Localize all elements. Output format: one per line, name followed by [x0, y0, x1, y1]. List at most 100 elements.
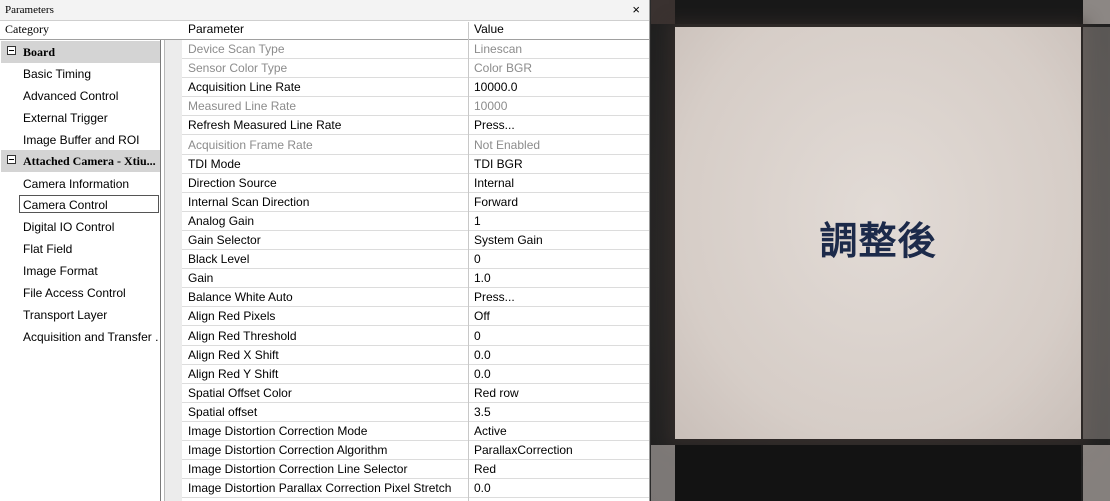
parameter-value[interactable]: 0.0: [474, 348, 491, 362]
parameter-value[interactable]: 3.5: [474, 405, 491, 419]
parameter-value[interactable]: 10000.0: [474, 80, 517, 94]
parameter-value[interactable]: 0.0: [474, 481, 491, 495]
parameter-name: TDI Mode: [188, 156, 241, 171]
parameter-value: Linescan: [474, 42, 523, 56]
tree-item-digital-io[interactable]: Digital IO Control: [23, 220, 159, 234]
parameter-value[interactable]: 0: [474, 252, 481, 266]
parameter-row[interactable]: Refresh Measured Line Rate Press...: [182, 116, 649, 136]
collapse-icon[interactable]: [7, 46, 16, 55]
parameter-column-header[interactable]: Parameter: [188, 22, 244, 40]
parameter-name: Align Red X Shift: [188, 347, 279, 362]
value-column-header[interactable]: Value: [474, 22, 504, 40]
tree-item-acquisition-transfer[interactable]: Acquisition and Transfer ...: [23, 330, 159, 344]
parameter-value[interactable]: 0: [474, 329, 481, 343]
parameter-value[interactable]: Internal: [474, 176, 514, 190]
parameter-value[interactable]: Active: [474, 424, 507, 438]
target-tile: 調整後: [675, 27, 1081, 439]
parameter-row[interactable]: Gain 1.0: [182, 269, 649, 289]
parameter-value[interactable]: Press...: [474, 290, 515, 304]
tree-item-camera-information[interactable]: Camera Information: [23, 177, 159, 191]
parameter-value[interactable]: Forward: [474, 195, 518, 209]
tree-item-basic-timing[interactable]: Basic Timing: [23, 67, 159, 81]
parameter-row[interactable]: Sensor Color Type Color BGR: [182, 59, 649, 79]
parameter-row[interactable]: Image Distortion Correction Line Selecto…: [182, 460, 649, 480]
corner-tile: [651, 0, 675, 24]
parameter-value[interactable]: Off: [474, 309, 490, 323]
tree-item-file-access[interactable]: File Access Control: [23, 286, 159, 300]
parameter-name: Image Distortion Parallax Correction Pix…: [188, 481, 452, 496]
parameter-name: Gain Selector: [188, 233, 261, 247]
parameter-row[interactable]: TDI Mode TDI BGR: [182, 155, 649, 174]
tree-item-transport-layer[interactable]: Transport Layer: [23, 308, 159, 322]
tree-group-label: Attached Camera - Xtiu...: [23, 154, 156, 168]
parameter-row[interactable]: Align Red Threshold 0: [182, 327, 649, 346]
parameter-row[interactable]: Black Level 0: [182, 250, 649, 270]
tree-group-camera[interactable]: Attached Camera - Xtiu...: [1, 150, 160, 172]
parameter-value: 10000: [474, 99, 508, 114]
parameter-name: Spatial offset: [188, 404, 258, 419]
tree-group-board[interactable]: Board: [1, 41, 160, 63]
close-icon[interactable]: ×: [632, 3, 640, 17]
parameter-row[interactable]: Internal Scan Direction Forward: [182, 193, 649, 212]
parameter-row[interactable]: Align Red Y Shift 0.0: [182, 365, 649, 384]
parameter-value[interactable]: 1: [474, 214, 481, 228]
parameter-name: Measured Line Rate: [188, 99, 297, 114]
parameter-name: Acquisition Frame Rate: [188, 137, 313, 152]
collapse-icon[interactable]: [7, 155, 16, 164]
category-tree: Board Basic Timing Advanced Control Exte…: [0, 40, 160, 501]
parameter-value: Not Enabled: [474, 137, 541, 152]
parameter-row[interactable]: Spatial Offset Color Red row: [182, 384, 649, 403]
parameter-row[interactable]: Image Distortion Correction Mode Active: [182, 422, 649, 441]
tree-group-label: Board: [23, 45, 56, 59]
splitter[interactable]: [160, 40, 161, 501]
parameter-value[interactable]: Red row: [474, 386, 519, 400]
parameter-row[interactable]: Align Red X Shift 0.0: [182, 346, 649, 365]
parameter-row[interactable]: Image Distortion Correction Algorithm Par…: [182, 441, 649, 461]
column-separator[interactable]: [468, 22, 469, 501]
parameter-name: Analog Gain: [188, 213, 255, 228]
parameter-name: Balance White Auto: [188, 290, 293, 305]
dark-border-top: [651, 0, 1110, 24]
parameter-value: Color BGR: [474, 61, 533, 76]
parameter-row[interactable]: Direction Source Internal: [182, 174, 649, 193]
parameter-row[interactable]: Analog Gain 1: [182, 212, 649, 231]
parameter-row[interactable]: Gain Selector System Gain: [182, 231, 649, 250]
parameter-row[interactable]: Balance White Auto Press...: [182, 288, 649, 308]
parameter-row[interactable]: Align Red Pixels Off: [182, 307, 649, 327]
light-tile-top: [1083, 0, 1110, 24]
category-header: Category: [5, 22, 49, 36]
parameter-name: Direction Source: [188, 175, 277, 190]
light-tile-bottom-right: [1083, 445, 1110, 501]
parameter-value[interactable]: Press...: [474, 118, 515, 132]
light-tile-right: [1083, 27, 1110, 439]
parameter-row[interactable]: Image Distortion Parallax Correction Pix…: [182, 479, 649, 499]
parameter-value[interactable]: 1.0: [474, 271, 491, 285]
image-caption: 調整後: [819, 219, 937, 263]
parameter-value[interactable]: System Gain: [474, 233, 543, 247]
tree-item-camera-control[interactable]: Camera Control: [23, 198, 159, 212]
light-tile-bottom-left: [651, 445, 675, 501]
tree-item-image-buffer[interactable]: Image Buffer and ROI: [23, 133, 159, 147]
tree-item-flat-field[interactable]: Flat Field: [23, 242, 159, 256]
parameter-value[interactable]: 0.0: [474, 367, 491, 381]
tree-item-advanced-control[interactable]: Advanced Control: [23, 89, 159, 103]
parameter-name: Acquisition Line Rate: [188, 80, 301, 95]
parameter-value[interactable]: ParallaxCorrection: [474, 443, 573, 457]
parameter-row[interactable]: Acquisition Line Rate 10000.0: [182, 78, 649, 98]
parameter-name: Device Scan Type: [188, 42, 285, 56]
tree-item-external-trigger[interactable]: External Trigger: [23, 111, 159, 125]
parameter-name: Sensor Color Type: [188, 61, 288, 76]
parameter-row[interactable]: Measured Line Rate 10000: [182, 97, 649, 117]
parameter-row[interactable]: Device Scan Type Linescan: [182, 40, 649, 59]
parameter-name: Spatial Offset Color: [188, 385, 292, 400]
tree-item-image-format[interactable]: Image Format: [23, 264, 159, 278]
parameter-name: Align Red Threshold: [188, 328, 297, 343]
parameter-name: Align Red Y Shift: [188, 366, 279, 381]
window-title: Parameters: [5, 4, 54, 16]
parameter-row[interactable]: Spatial offset 3.5: [182, 403, 649, 422]
parameter-name: Internal Scan Direction: [188, 194, 310, 209]
parameter-name: Gain: [188, 271, 214, 286]
parameter-value[interactable]: TDI BGR: [474, 157, 523, 171]
parameter-value[interactable]: Red: [474, 462, 496, 476]
parameter-row[interactable]: Acquisition Frame Rate Not Enabled: [182, 136, 649, 155]
